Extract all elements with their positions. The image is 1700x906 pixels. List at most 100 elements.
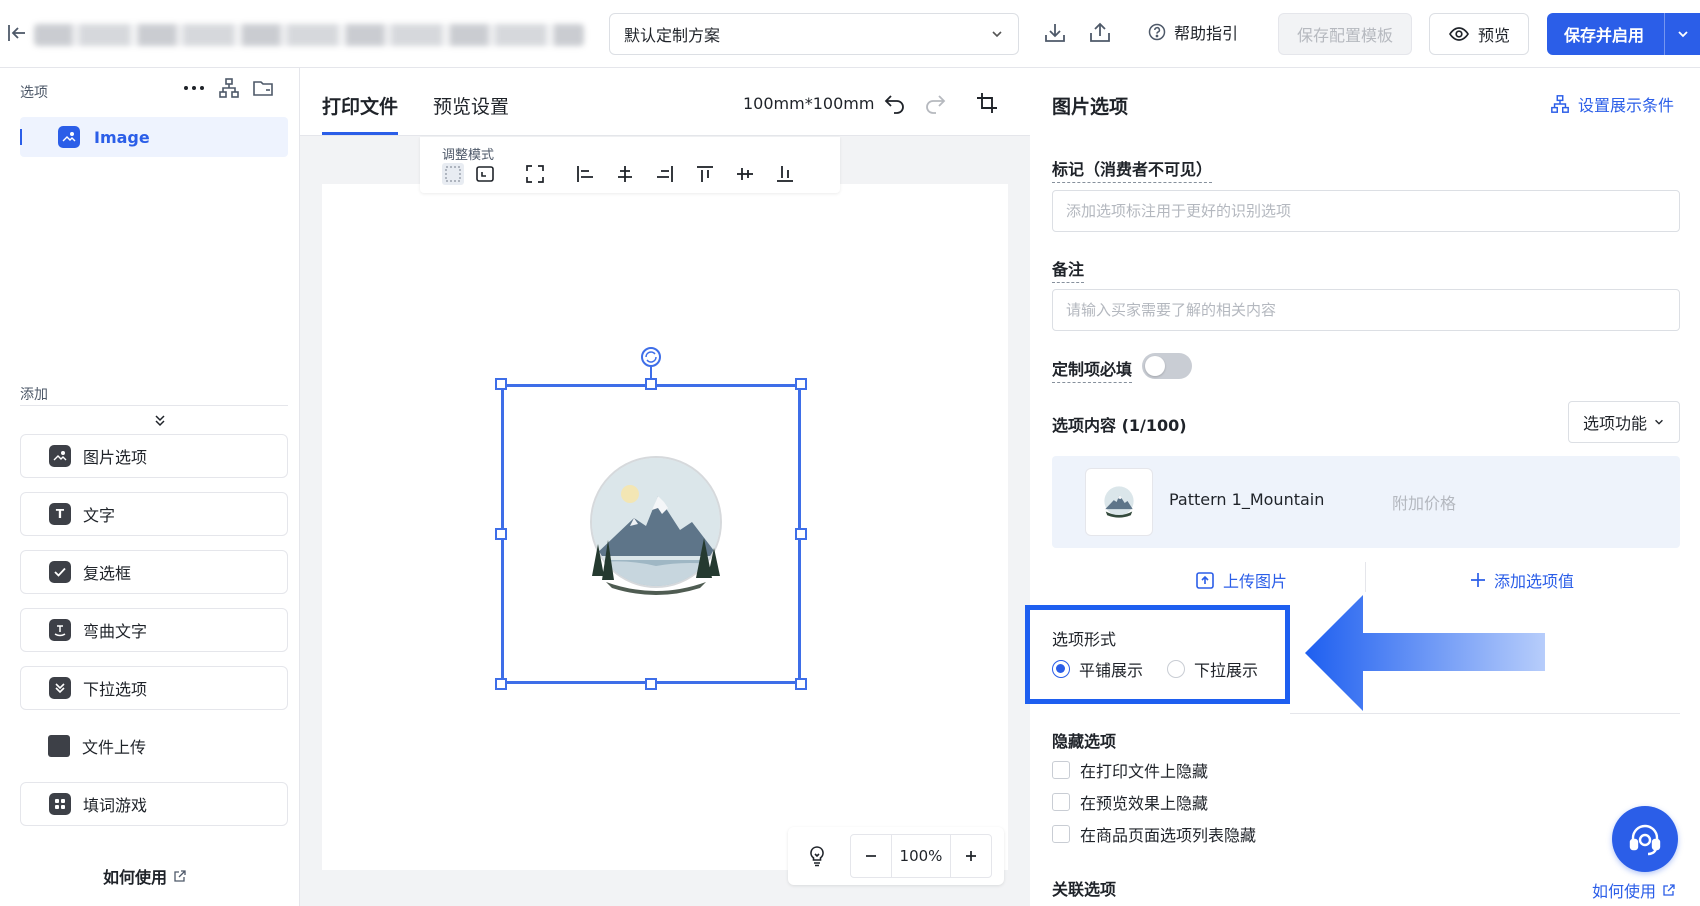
zoom-level: 100% [891,835,951,877]
save-enable-button[interactable]: 保存并启用 [1547,13,1700,55]
add-option-value-button[interactable]: 添加选项值 [1470,568,1574,592]
double-chevron-down-icon[interactable] [153,413,167,427]
resize-handle-bottom-right[interactable] [795,678,807,690]
display-condition-label: 设置展示条件 [1578,96,1675,115]
hide-in-print-checkbox[interactable]: 在打印文件上隐藏 [1052,758,1208,782]
left-panel: 选项 Image 添加 图片选项 T 文字 复选框 弯曲文字 下拉选项 文件上传… [0,68,300,906]
customer-support-button[interactable] [1612,806,1678,872]
preview-label: 预览 [1477,26,1510,45]
zoom-control: 100% [850,834,992,878]
radio-tile-display[interactable]: 平铺展示 [1052,657,1143,681]
radio-dropdown-display[interactable]: 下拉展示 [1167,657,1258,681]
crop-icon[interactable] [974,90,1000,116]
top-bar: 默认定制方案 帮助指引 保存配置模板 预览 保存并启用 [0,0,1700,68]
upload-image-icon [1195,570,1215,590]
fullscreen-icon[interactable] [524,163,546,185]
option-value-row[interactable]: Pattern 1_Mountain 附加价格 [1052,456,1680,548]
save-template-button[interactable]: 保存配置模板 [1278,13,1412,55]
add-image-option[interactable]: 图片选项 [20,434,288,478]
add-dropdown-option[interactable]: 下拉选项 [20,666,288,710]
add-curved-text-option[interactable]: 弯曲文字 [20,608,288,652]
canvas-tabs-bar: 打印文件 预览设置 100mm*100mm [300,68,1030,136]
upload-export-icon[interactable] [1087,20,1113,46]
resize-handle-top[interactable] [645,378,657,390]
frame-mode-icon[interactable] [474,163,496,185]
option-function-dropdown[interactable]: 选项功能 [1568,401,1680,443]
note-input[interactable] [1052,289,1680,331]
resize-handle-top-right[interactable] [795,378,807,390]
select-mode-icon[interactable] [442,163,464,185]
required-label: 定制项必填 [1052,356,1133,383]
eye-icon [1448,23,1470,45]
extra-price-input[interactable]: 附加价格 [1392,490,1456,514]
align-left-icon[interactable] [574,163,596,185]
checkbox-box [1052,825,1070,843]
upload-image-label: 上传图片 [1223,572,1288,591]
folder-icon[interactable] [252,77,274,99]
exit-icon[interactable] [6,22,28,44]
save-dropdown-chevron-icon[interactable] [1664,13,1700,55]
resize-handle-left[interactable] [495,528,507,540]
add-item-label: 文字 [83,506,116,525]
undo-icon[interactable] [882,90,908,116]
hierarchy-icon[interactable] [218,77,240,99]
help-guide-link[interactable]: 帮助指引 [1148,20,1238,44]
upload-image-button[interactable]: 上传图片 [1195,568,1287,592]
radio-dot [1167,660,1185,678]
align-right-icon[interactable] [654,163,676,185]
hide-in-preview-checkbox[interactable]: 在预览效果上隐藏 [1052,790,1208,814]
action-separator [1365,562,1366,592]
adjust-mode-toolbar: 调整模式 [420,137,840,193]
align-top-icon[interactable] [694,163,716,185]
active-tab-underline [322,132,398,135]
checkbox-box [1052,793,1070,811]
preview-button[interactable]: 预览 [1429,13,1529,55]
download-icon[interactable] [1042,20,1068,46]
resize-handle-bottom[interactable] [645,678,657,690]
add-text-option[interactable]: T 文字 [20,492,288,536]
more-icon[interactable] [182,84,206,92]
how-to-use-link-right[interactable]: 如何使用 [1592,878,1676,902]
text-icon: T [49,503,71,525]
chevron-down-icon [990,27,1004,41]
add-file-upload-option[interactable]: 文件上传 [20,724,288,768]
print-canvas[interactable] [322,184,1008,870]
radio-dot [1052,660,1070,678]
howto-label: 如何使用 [1592,882,1657,901]
resize-handle-right[interactable] [795,528,807,540]
save-enable-label: 保存并启用 [1564,26,1645,45]
redo-icon[interactable] [922,90,948,116]
zoom-in-icon[interactable] [951,849,991,863]
add-item-label: 下拉选项 [83,680,148,699]
tab-preview-settings[interactable]: 预览设置 [433,92,509,119]
resize-handle-bottom-left[interactable] [495,678,507,690]
add-checkbox-option[interactable]: 复选框 [20,550,288,594]
add-item-label: 文件上传 [82,738,147,757]
mountain-pattern-image[interactable] [584,456,728,596]
display-condition-link[interactable]: 设置展示条件 [1550,92,1674,116]
annotation-arrow-icon [1305,595,1545,711]
how-to-use-link-left[interactable]: 如何使用 [103,864,187,888]
align-center-vertical-icon[interactable] [734,163,756,185]
add-fill-word-game-option[interactable]: 填词游戏 [20,782,288,826]
layer-item-image[interactable]: Image [20,117,288,157]
external-link-icon [173,869,187,883]
zoom-out-icon[interactable] [851,849,891,863]
required-toggle[interactable] [1142,353,1192,379]
lightbulb-icon[interactable] [788,845,846,867]
resize-handle-top-left[interactable] [495,378,507,390]
highlight-box [1025,605,1290,704]
hierarchy-icon [1550,94,1570,114]
add-divider [20,405,288,406]
checkbox-label: 在打印文件上隐藏 [1080,762,1209,781]
option-form-label: 选项形式 [1052,630,1117,649]
align-center-horizontal-icon[interactable] [614,163,636,185]
align-bottom-icon[interactable] [774,163,796,185]
option-thumbnail[interactable] [1085,468,1153,536]
tab-print-file[interactable]: 打印文件 [322,92,398,119]
mark-input[interactable] [1052,190,1680,232]
option-function-label: 选项功能 [1582,414,1647,433]
adjust-mode-label: 调整模式 [442,148,495,163]
scheme-select[interactable]: 默认定制方案 [609,13,1019,55]
hide-in-product-list-checkbox[interactable]: 在商品页面选项列表隐藏 [1052,822,1256,846]
